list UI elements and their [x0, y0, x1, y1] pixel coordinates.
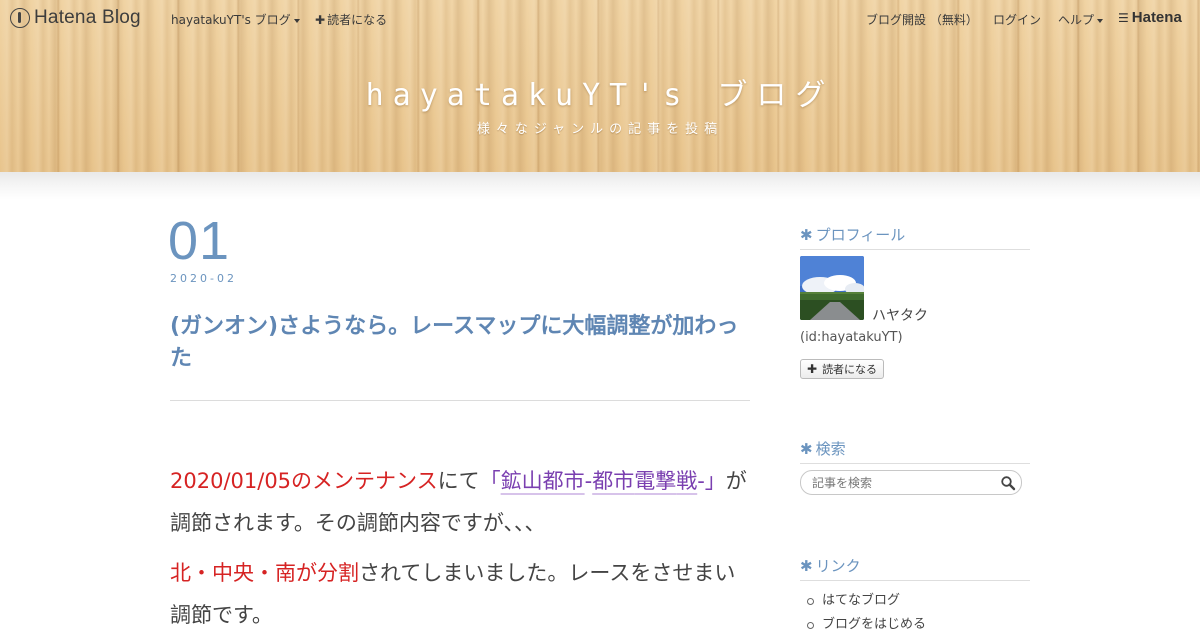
- link-item-hatena-blog[interactable]: はてなブログ: [800, 589, 926, 613]
- help-label: ヘルプ: [1058, 13, 1095, 27]
- quote-open: 「: [479, 469, 501, 493]
- search-title-label: 検索: [815, 440, 846, 458]
- blog-header: Hatena Blog hayatakuYT's ブログ ✚ 読者になる ブログ開…: [0, 0, 1200, 172]
- asterisk-icon: ✱: [800, 440, 813, 458]
- keyword-link-dengeki[interactable]: 電撃: [634, 469, 676, 493]
- search-box: [800, 470, 1022, 495]
- plus-icon: ✚: [807, 362, 818, 376]
- split-highlight: 北・中央・南が分割: [170, 561, 359, 585]
- hatena-brand-link[interactable]: ☰ Hatena: [1118, 9, 1182, 26]
- open-blog-link[interactable]: ブログ開設 （無料）: [866, 11, 978, 28]
- paragraph-2: 北・中央・南が分割されてしまいました。レースをさせまい調節です。: [170, 552, 750, 630]
- search-icon[interactable]: [1000, 475, 1016, 491]
- paragraph-1: 2020/01/05のメンテナンスにて「鉱山都市-都市電撃戦-」が調節されます。…: [170, 460, 750, 544]
- nav-subscribe-label: 読者になる: [327, 13, 388, 27]
- global-nav: Hatena Blog hayatakuYT's ブログ ✚ 読者になる ブログ開…: [0, 0, 1200, 36]
- text: にて: [437, 469, 480, 493]
- hatena-brand-text: Hatena: [1131, 9, 1182, 26]
- title-divider: [170, 400, 750, 401]
- entry-date-day[interactable]: 01: [168, 210, 230, 272]
- quote-close: 」: [704, 469, 726, 493]
- hatena-blog-logo-icon: [10, 8, 30, 28]
- link-module-title: ✱ リンク: [800, 555, 1030, 581]
- help-dropdown[interactable]: ヘルプ: [1058, 11, 1104, 28]
- profile-title-label: プロフィール: [815, 226, 906, 244]
- maintenance-date-highlight: 2020/01/05のメンテナンス: [170, 469, 438, 493]
- logo-text: Hatena Blog: [34, 7, 141, 28]
- link-list: はてなブログ ブログをはじめる: [800, 589, 926, 630]
- asterisk-icon: ✱: [800, 557, 813, 575]
- blog-menu-label: hayatakuYT's ブログ: [171, 13, 291, 27]
- subscribe-button[interactable]: ✚ 読者になる: [800, 359, 885, 379]
- entry-title[interactable]: (ガンオン)さようなら。レースマップに大幅調整が加わった: [170, 311, 755, 375]
- profile-module: ✱ プロフィール ハヤタク (id:hayatakuYT) ✚ 読者になる: [800, 224, 1030, 394]
- login-link[interactable]: ログイン: [993, 11, 1041, 28]
- blog-description: 様々なジャンルの記事を投稿: [476, 122, 724, 137]
- link-module: ✱ リンク はてなブログ ブログをはじめる: [800, 555, 1030, 630]
- entry-content: 2020/01/05のメンテナンスにて「鉱山都市-都市電撃戦-」が調節されます。…: [170, 460, 750, 630]
- profile-id: (id:hayatakuYT): [800, 330, 903, 345]
- link-title-label: リンク: [815, 557, 861, 575]
- keyword-link-mining-city[interactable]: 鉱山都市: [501, 469, 585, 493]
- entry-date-month[interactable]: 2020-02: [170, 272, 237, 285]
- plus-icon: ✚: [315, 13, 326, 27]
- hatena-blog-logo[interactable]: Hatena Blog: [10, 7, 141, 29]
- search-module-title: ✱ 検索: [800, 438, 1030, 464]
- text-dash: -: [697, 469, 705, 493]
- header-shadow: [0, 172, 1200, 200]
- profile-module-title: ✱ プロフィール: [800, 224, 1030, 250]
- link-item-start-blog[interactable]: ブログをはじめる: [800, 613, 926, 630]
- profile-avatar[interactable]: [800, 256, 864, 320]
- hatena-menu-icon: ☰: [1118, 10, 1129, 25]
- blog-title[interactable]: hayatakuYT's ブログ: [0, 70, 1200, 114]
- subscribe-button-label: 読者になる: [822, 363, 878, 376]
- caret-down-icon: [1097, 18, 1104, 23]
- search-module: ✱ 検索: [800, 438, 1030, 508]
- profile-name-link[interactable]: ハヤタク: [872, 305, 928, 325]
- nav-subscribe-button[interactable]: ✚ 読者になる: [315, 11, 387, 28]
- keyword-link-city[interactable]: 都市: [592, 469, 634, 493]
- asterisk-icon: ✱: [800, 226, 813, 244]
- profile-photo: [800, 256, 864, 320]
- search-input[interactable]: [812, 475, 992, 491]
- blog-menu-dropdown[interactable]: hayatakuYT's ブログ: [171, 11, 300, 28]
- caret-down-icon: [293, 18, 300, 23]
- keyword-link-sen[interactable]: 戦: [676, 469, 697, 493]
